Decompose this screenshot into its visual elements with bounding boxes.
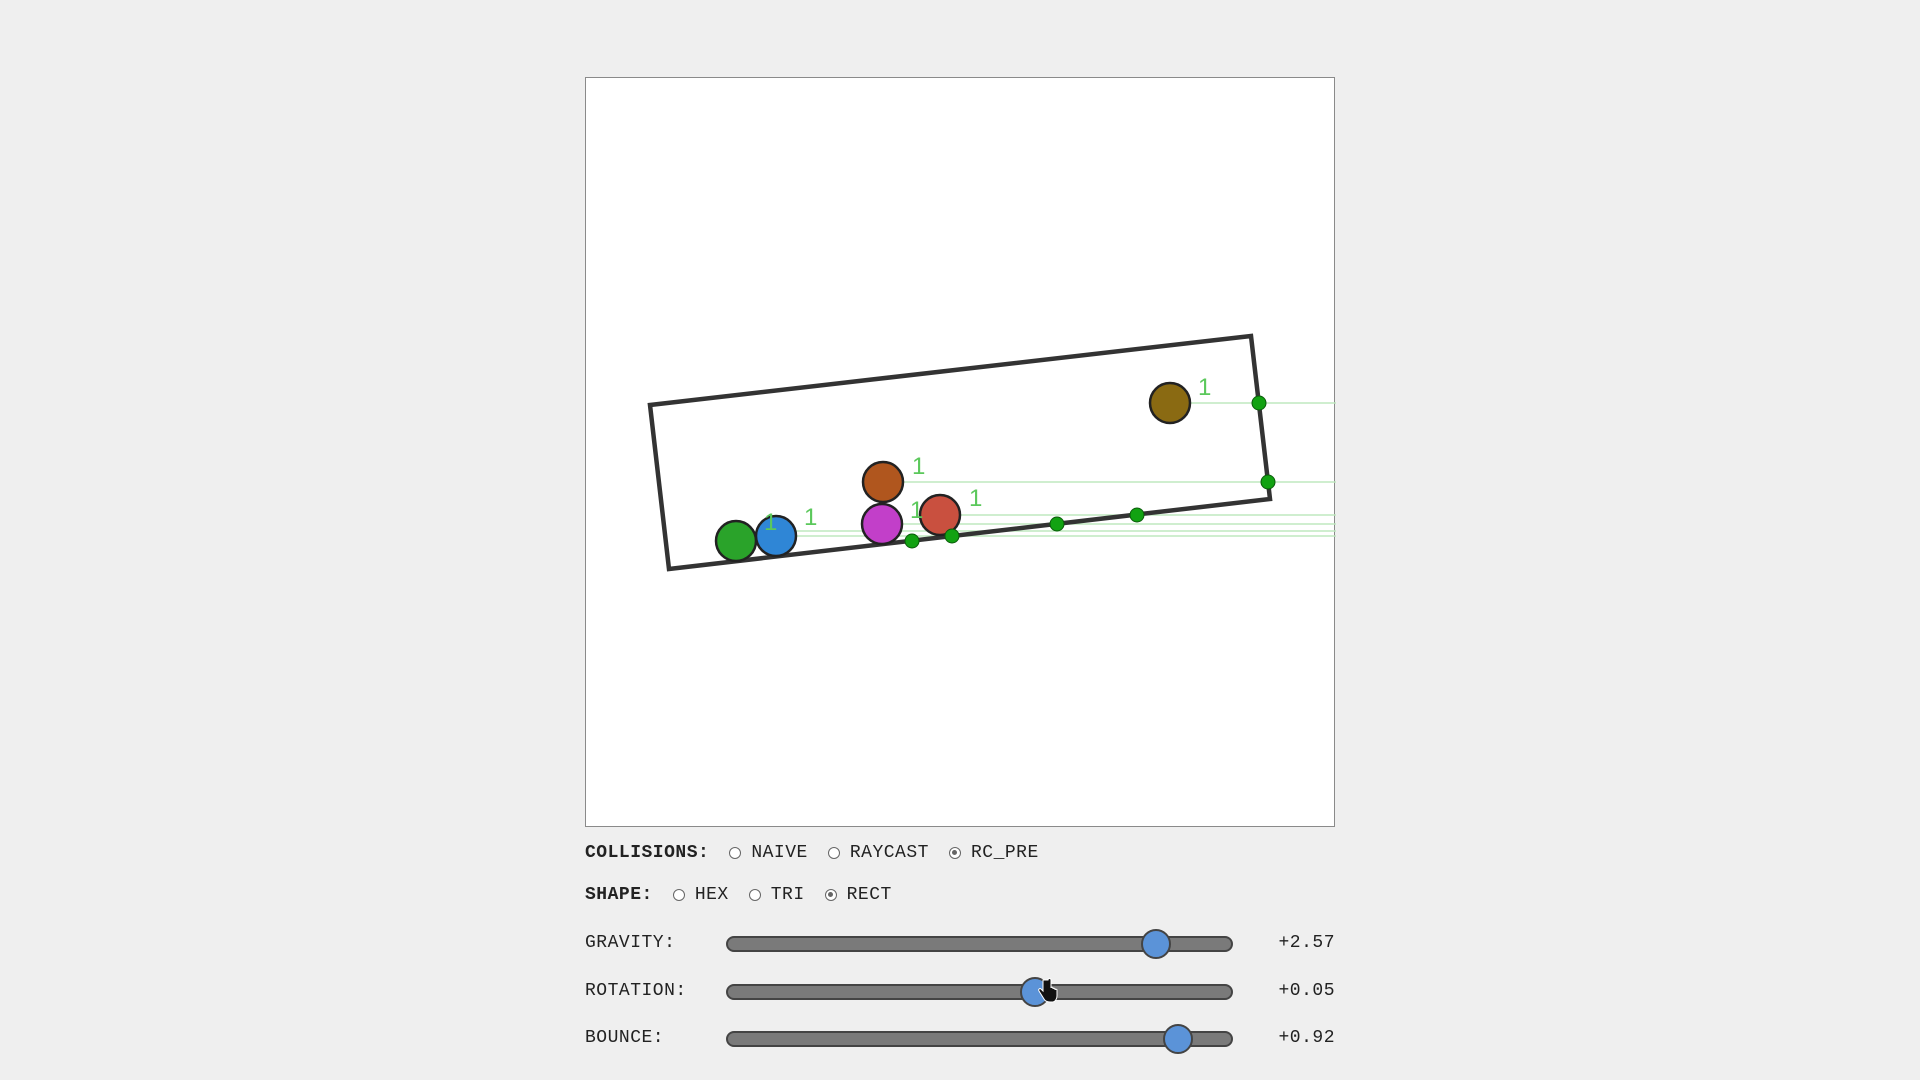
ray-lines [736, 402, 1336, 537]
radio-rect[interactable]: RECT [824, 885, 892, 905]
radio-circle[interactable] [729, 847, 742, 859]
radio-label: RAYCAST [849, 843, 929, 863]
ball-label: 1 [910, 497, 923, 524]
hit-point [944, 528, 960, 544]
hit-point [1049, 516, 1065, 532]
hit-point [1129, 507, 1145, 523]
rotation-value: +0.05 [1278, 981, 1335, 1001]
bounce-label: BOUNCE: [585, 1028, 665, 1048]
hit-points [904, 395, 1276, 549]
radio-rc-pre[interactable]: RC_PRE [948, 843, 1039, 863]
rotation-label: ROTATION: [585, 981, 687, 1001]
gravity-slider[interactable] [726, 929, 1233, 959]
ball-orange[interactable] [861, 460, 905, 504]
radio-circle[interactable] [948, 847, 961, 859]
gravity-row: GRAVITY: +2.57 [585, 928, 1335, 959]
hit-point [1260, 474, 1276, 490]
ball-label: 1 [912, 453, 925, 480]
bounce-slider-thumb[interactable] [1163, 1024, 1194, 1054]
radio-circle[interactable] [748, 889, 761, 901]
collisions-label: COLLISIONS: [585, 843, 710, 863]
shape-label: SHAPE: [585, 885, 653, 905]
bounce-value: +0.92 [1278, 1028, 1335, 1048]
ball-label: 1 [764, 509, 777, 536]
ball-magenta[interactable] [860, 502, 904, 546]
hit-point [904, 533, 920, 549]
collisions-row: COLLISIONS: NAIVE RAYCAST RC_PRE [585, 840, 1059, 866]
shape-row: SHAPE: HEX TRI RECT [585, 882, 912, 908]
simulation-svg: 1 1 1 1 1 1 [647, 333, 1336, 572]
ball-label: 1 [804, 504, 817, 531]
bounce-row: BOUNCE: +0.92 [585, 1023, 1335, 1054]
radio-circle[interactable] [672, 889, 685, 901]
bounce-slider[interactable] [726, 1024, 1233, 1054]
rotation-row: ROTATION: +0.05 [585, 976, 1335, 1007]
gravity-slider-thumb[interactable] [1140, 929, 1171, 959]
radio-label: RC_PRE [970, 843, 1039, 863]
radio-circle[interactable] [824, 889, 837, 901]
rotation-slider[interactable] [726, 977, 1233, 1007]
radio-label: NAIVE [751, 843, 808, 863]
radio-label: TRI [770, 885, 805, 905]
radio-label: RECT [846, 885, 892, 905]
radio-tri[interactable]: TRI [748, 885, 805, 905]
rotation-slider-thumb[interactable] [1019, 977, 1050, 1007]
ball-label: 1 [969, 485, 982, 512]
radio-naive[interactable]: NAIVE [729, 843, 808, 863]
radio-hex[interactable]: HEX [672, 885, 729, 905]
hit-point [1251, 395, 1267, 411]
gravity-label: GRAVITY: [585, 933, 676, 953]
ball-green[interactable] [714, 519, 758, 563]
ball-label: 1 [1198, 374, 1211, 401]
radio-label: HEX [694, 885, 729, 905]
ball-olive[interactable] [1148, 381, 1192, 425]
radio-circle[interactable] [827, 847, 840, 859]
radio-raycast[interactable]: RAYCAST [827, 843, 929, 863]
simulation-canvas[interactable]: 1 1 1 1 1 1 [585, 77, 1336, 827]
gravity-value: +2.57 [1278, 933, 1335, 953]
